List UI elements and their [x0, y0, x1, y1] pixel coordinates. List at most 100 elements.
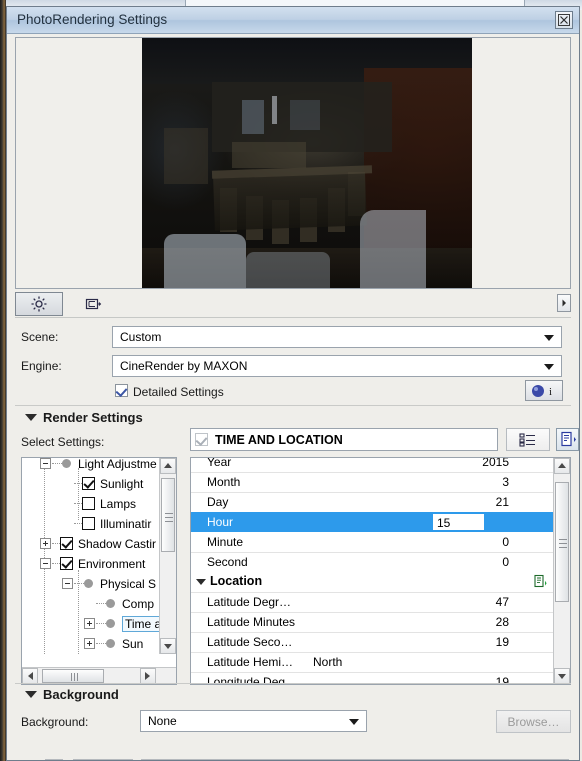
render-settings-disclosure-icon[interactable] [25, 414, 37, 421]
link-location-icon[interactable] [533, 574, 547, 592]
browse-button[interactable]: Browse… [496, 710, 571, 733]
expand-icon[interactable] [40, 538, 51, 549]
tree-item-label: Time a [122, 616, 161, 632]
settings-row[interactable]: Hour 15 [191, 512, 555, 532]
list-scroll-down-button[interactable] [554, 668, 570, 684]
tree-scroll-left-button[interactable] [22, 668, 38, 684]
photorendering-settings-screen: PhotoRendering Settings Scene: Custom En… [0, 0, 582, 761]
setting-value-input[interactable]: 15 [432, 513, 485, 531]
detailed-settings-checkbox[interactable] [115, 384, 128, 397]
render-info-button[interactable]: i [525, 380, 563, 401]
tree-item-label: Comp [122, 597, 155, 611]
list-scroll-thumb[interactable] [555, 482, 569, 602]
tree-list-icon [519, 433, 535, 447]
setting-value: 19 [495, 635, 509, 649]
setting-name: Latitude Minutes [207, 615, 296, 629]
settings-row[interactable]: Latitude Hemi… North [191, 652, 555, 673]
image-size-icon [85, 298, 102, 310]
tree-scroll-thumb[interactable] [161, 478, 175, 552]
collapse-icon[interactable] [62, 578, 73, 589]
settings-group-row[interactable]: Location [191, 572, 555, 593]
chevron-down-icon [544, 364, 554, 370]
toolbar-overflow-button[interactable] [557, 294, 571, 312]
background-value: None [148, 714, 177, 728]
background-select[interactable]: None [140, 710, 367, 732]
tree-item-checkbox[interactable] [60, 557, 73, 570]
settings-list-panel[interactable]: Year 2015 Month 3 Day 21 Hour 15 Minute 0 Second 0 L… [190, 457, 571, 685]
settings-list-view-button[interactable] [506, 428, 550, 451]
settings-row[interactable]: Day 21 [191, 492, 555, 513]
render-preview-panel[interactable] [15, 37, 571, 289]
caret-down-icon [164, 644, 172, 649]
tree-item-checkbox[interactable] [82, 517, 95, 530]
tree-item-checkbox[interactable] [82, 477, 95, 490]
settings-row[interactable]: Latitude Degr… 47 [191, 592, 555, 613]
close-button[interactable] [555, 11, 573, 29]
browse-label: Browse… [507, 715, 560, 729]
background-disclosure-icon[interactable] [25, 691, 37, 698]
tree-scroll-right-button[interactable] [140, 668, 156, 684]
list-scroll-up-button[interactable] [554, 458, 570, 474]
group-disclosure-icon[interactable] [196, 579, 206, 585]
expand-icon[interactable] [84, 638, 95, 649]
render-preview-image [142, 38, 472, 288]
render-settings-header: Render Settings [43, 410, 143, 425]
settings-enabled-checkbox[interactable] [195, 433, 208, 446]
setting-value: 15 [437, 516, 451, 530]
caret-up-icon [164, 463, 172, 468]
list-vertical-scrollbar[interactable] [553, 458, 570, 684]
setting-name: Latitude Seco… [207, 635, 293, 649]
tree-scroll-down-button[interactable] [160, 638, 176, 654]
settings-tool-button[interactable] [15, 292, 63, 316]
setting-name: Month [207, 475, 241, 489]
background-header: Background [43, 687, 119, 702]
settings-row[interactable]: Minute 0 [191, 532, 555, 553]
export-settings-icon [560, 431, 576, 447]
close-icon [558, 14, 570, 26]
settings-row[interactable]: Latitude Minutes 28 [191, 612, 555, 633]
chevron-right-icon [562, 299, 566, 307]
setting-value: 47 [495, 595, 509, 609]
engine-label: Engine: [21, 359, 62, 373]
preview-toolbar [15, 292, 571, 318]
settings-row[interactable]: Second 0 [191, 552, 555, 573]
tree-hscroll-thumb[interactable] [42, 669, 104, 683]
setting-value: 2015 [482, 457, 509, 469]
selected-settings-value: TIME AND LOCATION [215, 433, 343, 447]
settings-tree: Light Adjustme Sunlight Lamps Illuminatir Sh… [22, 458, 161, 654]
tree-vertical-scrollbar[interactable] [159, 458, 176, 654]
settings-tree-panel[interactable]: Light Adjustme Sunlight Lamps Illuminatir Sh… [21, 457, 177, 685]
setting-value: 21 [495, 495, 509, 509]
selected-settings-field[interactable]: TIME AND LOCATION [190, 428, 498, 451]
window-title: PhotoRendering Settings [17, 12, 168, 27]
node-bullet-icon [106, 619, 115, 628]
scene-label: Scene: [21, 330, 59, 344]
engine-select[interactable]: CineRender by MAXON [112, 355, 562, 377]
setting-name: Year [207, 457, 232, 469]
engine-value: CineRender by MAXON [120, 359, 248, 373]
background-label: Background: [21, 715, 89, 729]
node-bullet-icon [84, 579, 93, 588]
caret-right-icon [145, 672, 150, 680]
settings-row[interactable]: Month 3 [191, 472, 555, 493]
collapse-icon[interactable] [40, 558, 51, 569]
title-bar: PhotoRendering Settings [7, 7, 579, 34]
settings-row[interactable]: Year 2015 [191, 457, 555, 473]
node-bullet-icon [62, 459, 71, 468]
sphere-info-icon: i [532, 385, 552, 398]
tree-item-label: Sunlight [100, 477, 144, 491]
export-settings-button[interactable] [556, 428, 579, 451]
collapse-icon[interactable] [40, 458, 51, 469]
tree-horizontal-scrollbar[interactable] [22, 667, 176, 684]
tree-item-checkbox[interactable] [60, 537, 73, 550]
chevron-down-icon [349, 719, 359, 725]
settings-row[interactable]: Latitude Seco… 19 [191, 632, 555, 653]
tree-item-checkbox[interactable] [82, 497, 95, 510]
setting-name: Latitude Degr… [207, 595, 292, 609]
tree-scroll-up-button[interactable] [160, 458, 176, 474]
expand-icon[interactable] [84, 618, 95, 629]
scene-select[interactable]: Custom [112, 326, 562, 348]
setting-value: 0 [502, 555, 509, 569]
image-size-tool-button[interactable] [77, 292, 109, 316]
tree-item-label: Environment [78, 557, 146, 571]
